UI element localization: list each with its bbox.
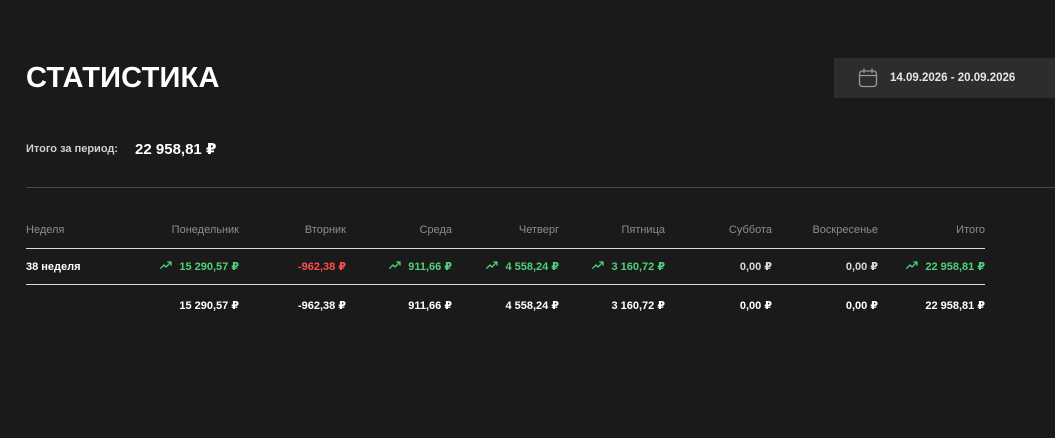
totals-row: 15 290,57 ₽ -962,38 ₽ 911,66 ₽ 4 558,24 … [26, 285, 985, 326]
value-cell-thursday: 4 558,24 ₽ [452, 248, 559, 285]
cell-value: 911,66 ₽ [408, 261, 452, 274]
value-cell-saturday: 0,00 ₽ [665, 248, 772, 285]
trend-up-icon [389, 260, 401, 272]
cell-value: 0,00 ₽ [739, 261, 772, 273]
total-cell-wednesday: 911,66 ₽ [408, 299, 452, 312]
period-summary: Итого за период: 22 958,81 ₽ [26, 139, 216, 159]
calendar-icon [858, 68, 878, 88]
total-cell-friday: 3 160,72 ₽ [611, 299, 665, 312]
value-cell-content: 15 290,57 ₽ [160, 260, 239, 273]
column-header-wednesday: Среда [346, 212, 452, 249]
divider [26, 187, 1055, 188]
value-cell-content: 3 160,72 ₽ [592, 260, 665, 273]
date-range-text: 14.09.2026 - 20.09.2026 [890, 72, 1016, 84]
cell-value: 4 558,24 ₽ [505, 261, 559, 274]
page-title: СТАТИСТИКА [26, 62, 220, 94]
cell-value: 3 160,72 ₽ [611, 261, 665, 274]
total-cell-sunday: 0,00 ₽ [845, 299, 878, 312]
value-cell-content: 0,00 ₽ [740, 260, 772, 273]
value-cell-wednesday: 911,66 ₽ [346, 248, 452, 285]
period-total-value: 22 958,81 ₽ [135, 141, 217, 158]
total-cell-thursday: 4 558,24 ₽ [505, 299, 559, 312]
value-cell-monday: 15 290,57 ₽ [115, 248, 239, 285]
column-header-sunday: Воскресенье [772, 212, 878, 249]
statistics-table: Неделя Понедельник Вторник Среда Четверг… [26, 212, 985, 325]
value-cell-content: 22 958,81 ₽ [906, 260, 985, 273]
period-total-label: Итого за период: [26, 143, 119, 155]
cell-value: 0,00 ₽ [845, 261, 878, 273]
cell-value: -962,38 ₽ [297, 261, 346, 273]
trend-up-icon [592, 260, 605, 272]
column-header-friday: Пятница [559, 212, 665, 249]
column-header-thursday: Четверг [452, 212, 559, 249]
trend-up-icon [906, 260, 918, 272]
cell-value: 15 290,57 ₽ [179, 261, 239, 274]
value-cell-friday: 3 160,72 ₽ [559, 248, 665, 285]
value-cell-content: 4 558,24 ₽ [486, 260, 559, 273]
trend-up-icon [160, 260, 172, 272]
total-cell-tuesday: -962,38 ₽ [297, 299, 346, 312]
date-range-picker[interactable]: 14.09.2026 - 20.09.2026 [834, 58, 1055, 98]
total-cell-total: 22 958,81 ₽ [925, 299, 985, 312]
table-row: 38 неделя 15 290,57 ₽ -962,38 ₽ 911,66 ₽ 4 5… [26, 248, 985, 285]
value-cell-content: 911,66 ₽ [389, 260, 452, 273]
table-header-row: Неделя Понедельник Вторник Среда Четверг… [26, 212, 985, 249]
value-cell-tuesday: -962,38 ₽ [239, 248, 346, 285]
totals-week-cell [26, 285, 115, 326]
column-header-monday: Понедельник [115, 212, 239, 249]
column-header-saturday: Суббота [665, 212, 772, 249]
trend-up-icon [486, 260, 499, 272]
column-header-tuesday: Вторник [239, 212, 346, 249]
total-cell-monday: 15 290,57 ₽ [179, 299, 239, 312]
value-cell-content: -962,38 ₽ [298, 260, 346, 273]
total-cell-saturday: 0,00 ₽ [739, 299, 772, 312]
value-cell-total: 22 958,81 ₽ [878, 248, 985, 285]
column-header-total: Итого [878, 212, 985, 249]
value-cell-sunday: 0,00 ₽ [772, 248, 878, 285]
column-header-week: Неделя [26, 212, 115, 249]
cell-value: 22 958,81 ₽ [925, 261, 985, 274]
week-cell: 38 неделя [26, 248, 115, 285]
value-cell-content: 0,00 ₽ [846, 260, 878, 273]
